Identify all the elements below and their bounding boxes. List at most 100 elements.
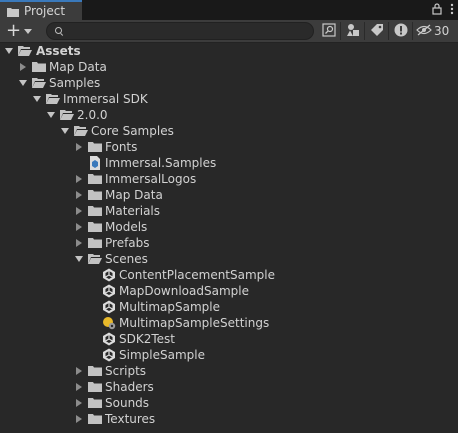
folder-icon (7, 6, 19, 17)
folder-icon (88, 188, 102, 202)
tree-item-label: Map Data (105, 188, 163, 202)
tree-item-label: Assets (36, 44, 81, 58)
tree-item-materials[interactable]: Materials (0, 203, 458, 219)
collapse-arrow-icon[interactable] (76, 175, 82, 183)
tree-item-immersal-logos[interactable]: ImmersalLogos (0, 171, 458, 187)
collapse-arrow-icon[interactable] (76, 223, 82, 231)
folder-icon (32, 60, 46, 74)
label-tag-icon (370, 23, 384, 40)
tree-item-scenes[interactable]: Scenes (0, 251, 458, 267)
tree-item-label: MultimapSample (119, 300, 220, 314)
kebab-menu-icon[interactable] (450, 3, 454, 18)
collapse-arrow-icon[interactable] (76, 191, 82, 199)
expand-arrow-icon[interactable] (75, 256, 83, 262)
collapse-arrow-icon[interactable] (76, 415, 82, 423)
tree-item-map-download-sample[interactable]: MapDownloadSample (0, 283, 458, 299)
hidden-count: 30 (434, 24, 450, 38)
tree-item-label: Models (105, 220, 148, 234)
tree-item-models[interactable]: Models (0, 219, 458, 235)
expand-arrow-icon[interactable] (47, 112, 55, 118)
folder-icon (88, 220, 102, 234)
search-filter-icon (322, 22, 336, 40)
collapse-arrow-icon[interactable] (76, 143, 82, 151)
folder-icon (88, 380, 102, 394)
search-icon (55, 27, 62, 34)
tree-item-samples[interactable]: Samples (0, 75, 458, 91)
tree-item-scripts[interactable]: Scripts (0, 363, 458, 379)
tree-item-multimap-sample-settings[interactable]: MultimapSampleSettings (0, 315, 458, 331)
tree-item-label: MapDownloadSample (119, 284, 249, 298)
warning-icon (394, 23, 408, 40)
tree-item-textures[interactable]: Textures (0, 411, 458, 427)
tree-item-label: MultimapSampleSettings (119, 316, 270, 330)
search-by-type-button[interactable] (318, 22, 340, 40)
create-button[interactable]: + (4, 22, 36, 40)
log-filter-button[interactable] (390, 22, 412, 40)
unity-scene-icon (102, 332, 116, 346)
folder-icon (88, 140, 102, 154)
open-folder-icon (46, 92, 60, 106)
collapse-arrow-icon[interactable] (76, 207, 82, 215)
collapse-arrow-icon[interactable] (20, 63, 26, 71)
tree-item-label: 2.0.0 (77, 108, 108, 122)
tree-item-label: ImmersalLogos (105, 172, 197, 186)
tree-item-label: Map Data (49, 60, 107, 74)
tree-item-fonts[interactable]: Fonts (0, 139, 458, 155)
tree-item-shaders[interactable]: Shaders (0, 379, 458, 395)
open-folder-icon (32, 76, 46, 90)
tree-item-sdk2test[interactable]: SDK2Test (0, 331, 458, 347)
collapse-arrow-icon[interactable] (76, 367, 82, 375)
tree-item-label: Textures (105, 412, 156, 426)
unity-scene-icon (102, 300, 116, 314)
expand-arrow-icon[interactable] (19, 80, 27, 86)
tree-item-sounds[interactable]: Sounds (0, 395, 458, 411)
expand-arrow-icon[interactable] (33, 96, 41, 102)
tree-item-label: SDK2Test (119, 332, 175, 346)
tree-item-assets[interactable]: Assets (0, 43, 458, 59)
tab-project[interactable]: Project (0, 0, 82, 20)
tree-item-label: Scripts (105, 364, 147, 378)
tree-item-content-placement-sample[interactable]: ContentPlacementSample (0, 267, 458, 283)
project-tree: Assets Map Data Samples Immersal SDK 2.0… (0, 43, 458, 433)
tree-item-immersal-sdk[interactable]: Immersal SDK (0, 91, 458, 107)
tree-item-label: SimpleSample (119, 348, 205, 362)
folder-icon (88, 172, 102, 186)
collapse-arrow-icon[interactable] (76, 239, 82, 247)
tree-item-map-data[interactable]: Map Data (0, 187, 458, 203)
eye-hidden-icon (416, 24, 432, 39)
toolbar-divider (412, 22, 413, 40)
tree-item-label: Immersal.Samples (105, 156, 217, 170)
expand-arrow-icon[interactable] (61, 128, 69, 134)
assembly-definition-icon (88, 156, 102, 170)
folder-icon (88, 236, 102, 250)
tree-item-map-data-root[interactable]: Map Data (0, 59, 458, 75)
tree-item-immersal-samples[interactable]: Immersal.Samples (0, 155, 458, 171)
open-folder-icon (88, 252, 102, 266)
lock-icon[interactable] (432, 2, 442, 18)
chevron-down-icon (24, 29, 33, 34)
unity-scene-icon (102, 284, 116, 298)
search-field (46, 22, 314, 40)
expand-arrow-icon[interactable] (5, 48, 13, 54)
tree-item-label: Materials (105, 204, 161, 218)
tree-item-simple-sample[interactable]: SimpleSample (0, 347, 458, 363)
filter-by-label-button[interactable] (366, 22, 388, 40)
search-input[interactable] (67, 23, 307, 39)
tree-item-core-samples[interactable]: Core Samples (0, 123, 458, 139)
toolbar-divider (364, 22, 365, 40)
tree-item-label: ContentPlacementSample (119, 268, 276, 282)
plus-icon: + (6, 20, 22, 41)
tree-item-version[interactable]: 2.0.0 (0, 107, 458, 123)
toolbar: + 30 (0, 20, 458, 43)
filter-by-type-button[interactable] (342, 22, 364, 40)
tree-item-multimap-sample[interactable]: MultimapSample (0, 299, 458, 315)
open-folder-icon (74, 124, 88, 138)
tree-item-label: Prefabs (105, 236, 150, 250)
folder-icon (88, 396, 102, 410)
collapse-arrow-icon[interactable] (76, 383, 82, 391)
hidden-packages-toggle[interactable]: 30 (416, 22, 456, 40)
tab-controls (432, 2, 454, 18)
project-window: Project + 30 Assets Map Data Samples Imm… (0, 0, 458, 433)
collapse-arrow-icon[interactable] (76, 399, 82, 407)
tree-item-prefabs[interactable]: Prefabs (0, 235, 458, 251)
